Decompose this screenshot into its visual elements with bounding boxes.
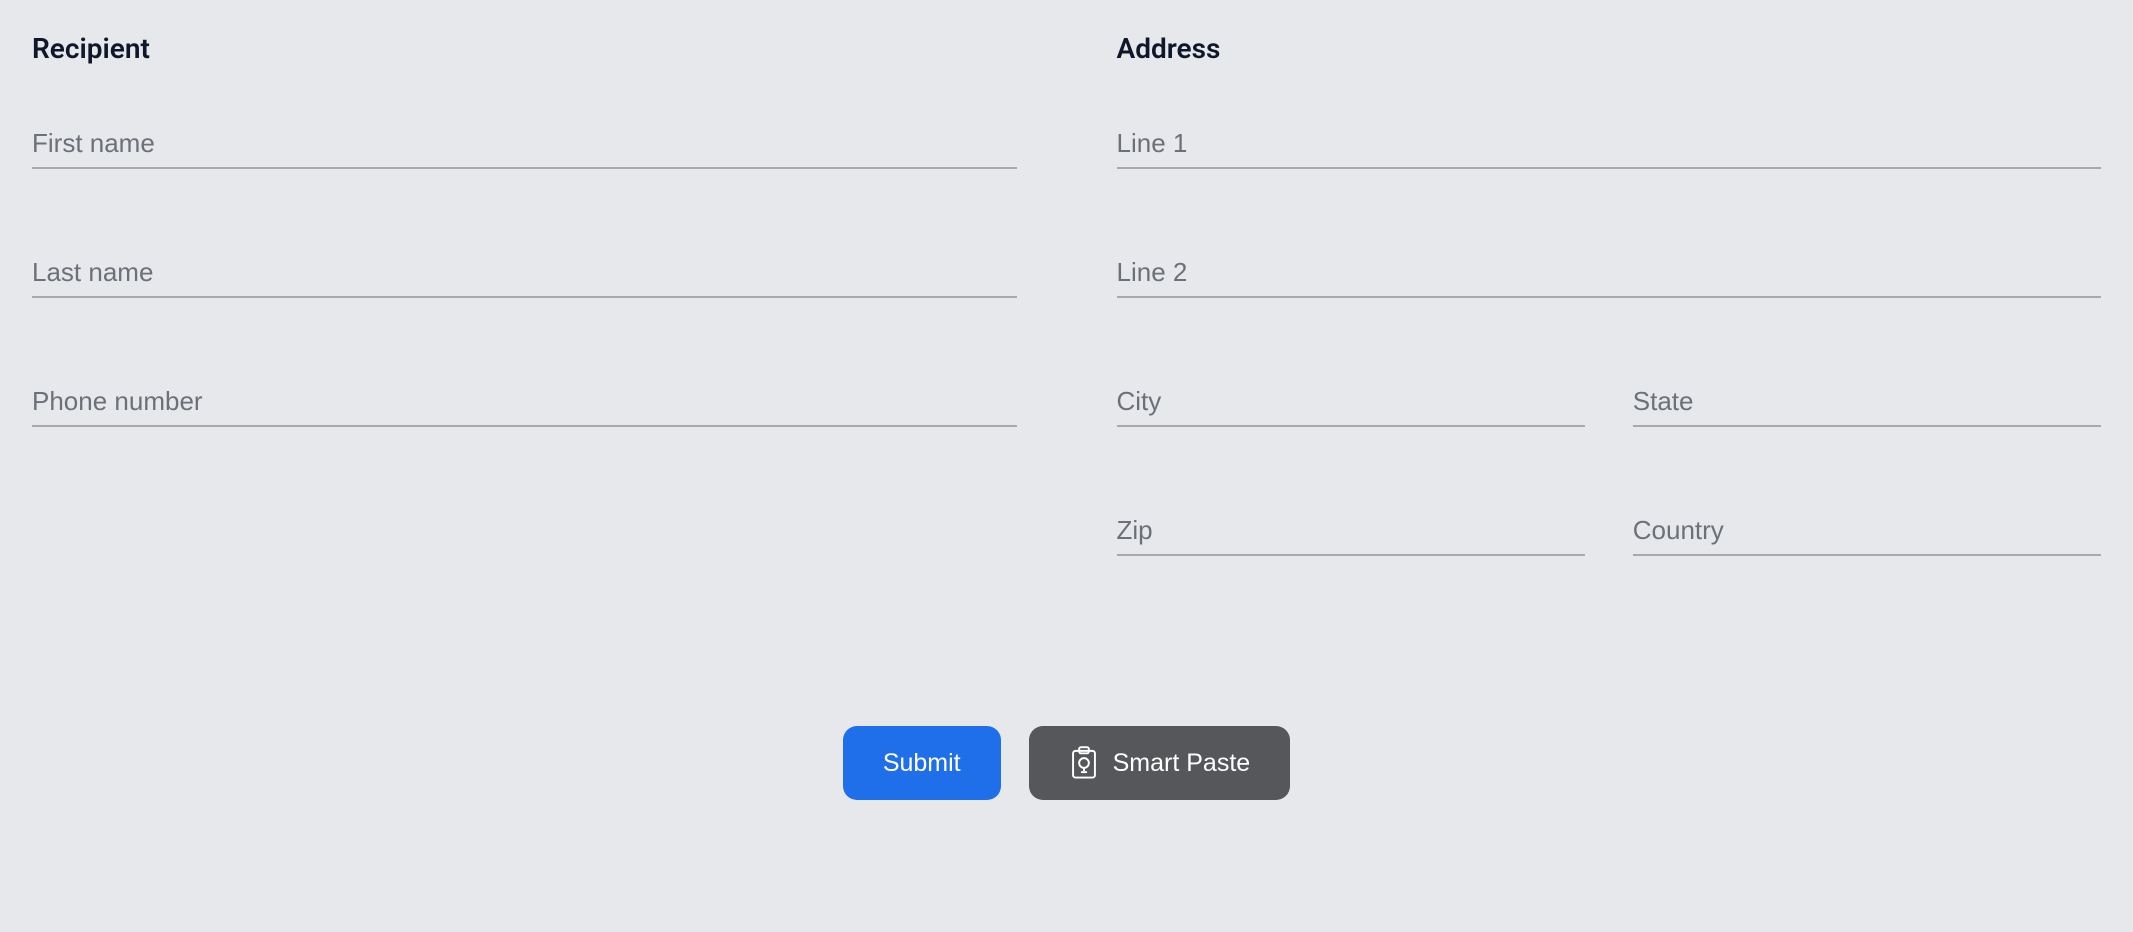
line1-input[interactable] (1117, 120, 2102, 169)
recipient-column: Recipient (32, 32, 1017, 636)
city-field-wrap (1117, 378, 1585, 427)
country-field-wrap (1633, 507, 2101, 556)
zip-country-row (1117, 507, 2102, 636)
clipboard-idea-icon (1069, 746, 1099, 780)
line2-field-wrap (1117, 249, 2102, 298)
state-field-wrap (1633, 378, 2101, 427)
country-input[interactable] (1633, 507, 2101, 556)
submit-button-label: Submit (883, 749, 961, 778)
phone-input[interactable] (32, 378, 1017, 427)
last-name-input[interactable] (32, 249, 1017, 298)
line1-field-wrap (1117, 120, 2102, 169)
line2-input[interactable] (1117, 249, 2102, 298)
phone-field-wrap (32, 378, 1017, 427)
submit-button[interactable]: Submit (843, 726, 1001, 800)
button-row: Submit Smart Paste (32, 726, 2101, 800)
form-container: Recipient Address (32, 32, 2101, 636)
state-input[interactable] (1633, 378, 2101, 427)
city-state-row (1117, 378, 2102, 507)
last-name-field-wrap (32, 249, 1017, 298)
smart-paste-button[interactable]: Smart Paste (1029, 726, 1291, 800)
smart-paste-button-label: Smart Paste (1113, 749, 1251, 778)
recipient-heading: Recipient (32, 32, 1017, 65)
city-input[interactable] (1117, 378, 1585, 427)
address-column: Address (1117, 32, 2102, 636)
address-heading: Address (1117, 32, 2102, 65)
zip-input[interactable] (1117, 507, 1585, 556)
first-name-input[interactable] (32, 120, 1017, 169)
first-name-field-wrap (32, 120, 1017, 169)
zip-field-wrap (1117, 507, 1585, 556)
